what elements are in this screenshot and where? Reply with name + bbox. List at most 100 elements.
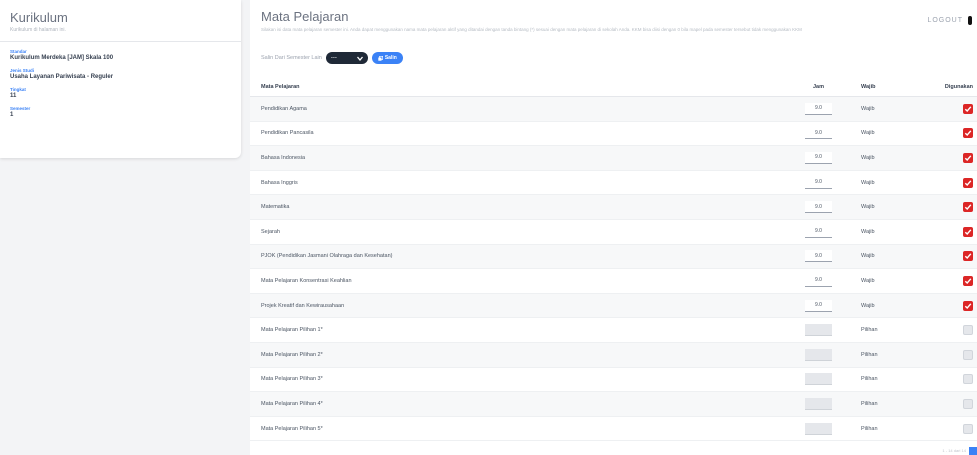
subject-name: Mata Pelajaran Konsentrasi Keahlian xyxy=(261,277,352,284)
jam-input[interactable] xyxy=(805,397,832,410)
check-icon xyxy=(964,278,972,284)
header-used: Digunakan xyxy=(944,84,973,90)
jam-cell: 9.0 xyxy=(786,127,851,140)
pagination-next-button[interactable] xyxy=(969,447,977,455)
table-header: Mata Pelajaran Jam Wajib Digunakan xyxy=(250,78,977,97)
jam-input[interactable]: 9.0 xyxy=(805,299,832,312)
wajib-cell: Wajib xyxy=(861,105,875,112)
logout-button[interactable]: LOGOUT xyxy=(927,17,963,24)
table-row: Pendidikan Agama 9.0 Wajib xyxy=(250,97,977,122)
wajib-cell: Wajib xyxy=(861,130,875,137)
curriculum-card: Kurikulum Kurikulum di halaman ini. Stan… xyxy=(0,0,241,158)
check-icon xyxy=(964,229,972,235)
used-cell xyxy=(921,349,977,360)
page-description: Silakan isi data mata pelajaran semester… xyxy=(261,27,802,32)
jam-input[interactable] xyxy=(805,422,832,435)
header-name: Mata Pelajaran xyxy=(261,84,300,90)
used-checkbox[interactable] xyxy=(963,423,973,434)
table-row: Sejarah 9.0 Wajib xyxy=(250,220,977,245)
jam-input[interactable]: 9.0 xyxy=(805,176,832,189)
field-semester: Semester 1 xyxy=(0,106,241,118)
jam-input[interactable]: 9.0 xyxy=(805,151,832,164)
used-checkbox[interactable] xyxy=(963,398,973,409)
field-value: Usaha Layanan Pariwisata - Reguler xyxy=(10,74,114,80)
field-label: Tingkat xyxy=(10,87,26,92)
used-cell xyxy=(921,398,977,409)
jam-input[interactable]: 9.0 xyxy=(805,225,832,238)
check-icon xyxy=(964,106,972,112)
subject-name: Pendidikan Agama xyxy=(261,105,307,112)
table-row: Mata Pelajaran Pilihan 1* Pilihan xyxy=(250,318,977,343)
field-standar: Standar Kurikulum Merdeka [JAM] Skala 10… xyxy=(0,49,241,61)
field-value: 11 xyxy=(10,93,17,99)
used-checkbox[interactable] xyxy=(963,251,973,262)
used-checkbox[interactable] xyxy=(963,202,973,213)
copy-label: Salin Dari Semester Lain xyxy=(261,55,322,61)
wajib-cell: Wajib xyxy=(861,302,875,309)
field-jenis-studi: Jenis Studi Usaha Layanan Pariwisata - R… xyxy=(0,68,241,80)
used-checkbox[interactable] xyxy=(963,128,973,139)
used-cell xyxy=(921,103,977,114)
wajib-cell: Wajib xyxy=(861,179,875,186)
jam-cell: 9.0 xyxy=(786,274,851,287)
check-icon xyxy=(964,302,972,309)
used-checkbox[interactable] xyxy=(963,349,973,360)
table-row: Mata Pelajaran Pilihan 4* Pilihan xyxy=(250,392,977,417)
used-cell xyxy=(921,251,977,262)
table-row: Projek Kreatif dan Kewirausahaan 9.0 Wajib xyxy=(250,293,977,319)
jam-input[interactable] xyxy=(805,324,832,337)
subject-name: Mata Pelajaran Pilihan 4* xyxy=(261,400,323,407)
used-cell xyxy=(921,152,977,163)
jam-cell: 9.0 xyxy=(786,201,851,214)
wajib-cell: Pilihan xyxy=(861,425,878,432)
table-row: Bahasa Inggris 9.0 Wajib xyxy=(250,171,977,196)
check-icon xyxy=(964,253,972,260)
header-jam: Jam xyxy=(812,84,824,90)
wajib-cell: Wajib xyxy=(861,253,875,260)
user-avatar[interactable] xyxy=(968,16,972,25)
used-checkbox[interactable] xyxy=(963,103,973,114)
jam-input[interactable]: 9.0 xyxy=(805,127,832,140)
check-icon xyxy=(964,204,972,211)
used-checkbox[interactable] xyxy=(963,226,973,237)
used-cell xyxy=(921,128,977,139)
semester-select[interactable]: --- xyxy=(325,52,368,64)
table-row: Mata Pelajaran Konsentrasi Keahlian 9.0 Wa… xyxy=(250,269,977,294)
used-cell xyxy=(921,374,977,385)
used-checkbox[interactable] xyxy=(963,275,973,286)
wajib-cell: Wajib xyxy=(861,204,875,211)
jam-input[interactable]: 9.0 xyxy=(805,274,832,287)
subject-name: Mata Pelajaran Pilihan 5* xyxy=(261,425,323,432)
jam-input[interactable] xyxy=(805,373,832,386)
field-tingkat: Tingkat 11 xyxy=(0,87,241,99)
field-label: Standar xyxy=(10,49,27,54)
check-icon xyxy=(964,130,972,137)
subject-name: Projek Kreatif dan Kewirausahaan xyxy=(261,302,345,309)
used-cell xyxy=(921,202,977,213)
used-checkbox[interactable] xyxy=(963,300,973,311)
used-cell xyxy=(921,325,977,336)
used-checkbox[interactable] xyxy=(963,152,973,163)
jam-cell: 9.0 xyxy=(786,250,851,263)
check-icon xyxy=(964,155,972,161)
jam-input[interactable]: 9.0 xyxy=(805,201,832,214)
field-label: Jenis Studi xyxy=(10,68,35,73)
subject-name: Bahasa Indonesia xyxy=(261,154,306,161)
pagination-info: 1 - 14 dari 14 xyxy=(942,448,966,453)
jam-input[interactable]: 9.0 xyxy=(805,102,832,115)
table-row: PJOK (Pendidikan Jasmani Olahraga dan Ke… xyxy=(250,244,977,270)
used-checkbox[interactable] xyxy=(963,177,973,188)
used-checkbox[interactable] xyxy=(963,325,973,336)
used-cell xyxy=(921,275,977,286)
subject-name: Mata Pelajaran Pilihan 1* xyxy=(261,327,323,334)
chevron-down-icon xyxy=(356,56,363,61)
subject-name: Pendidikan Pancasila xyxy=(261,130,314,137)
jam-input[interactable] xyxy=(805,348,832,361)
jam-input[interactable]: 9.0 xyxy=(805,250,832,263)
copy-button[interactable]: Salin xyxy=(371,52,403,64)
used-checkbox[interactable] xyxy=(963,374,973,385)
wajib-cell: Wajib xyxy=(861,228,875,235)
table-row: Mata Pelajaran Pilihan 5* Pilihan xyxy=(250,417,977,442)
jam-cell: 9.0 xyxy=(786,176,851,189)
jam-cell xyxy=(786,373,851,386)
